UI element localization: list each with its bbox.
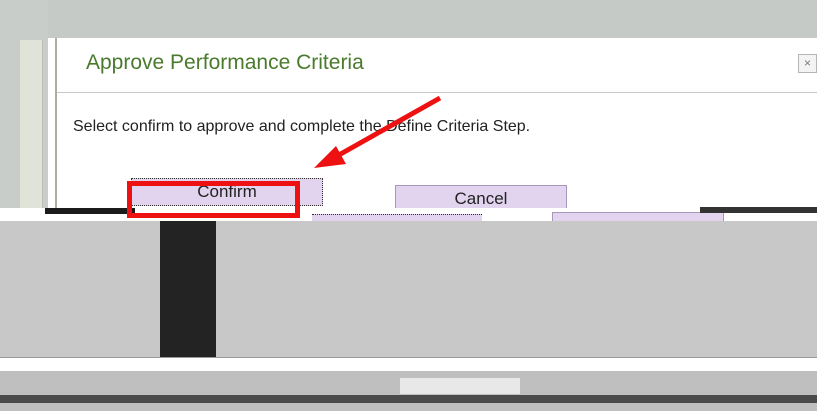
background-bottom-strip xyxy=(0,357,817,372)
render-artifact xyxy=(45,208,135,214)
dialog-title: Approve Performance Criteria xyxy=(86,51,364,74)
background-lower-panel xyxy=(0,221,817,357)
background-top xyxy=(48,0,817,38)
background-bottom-dark xyxy=(0,395,817,403)
confirm-highlight-box xyxy=(127,181,300,218)
arrow-head xyxy=(314,146,346,168)
arrow-shaft xyxy=(328,95,442,163)
background-dark-column xyxy=(160,221,216,359)
render-artifact xyxy=(700,207,817,213)
background-bottom-light xyxy=(400,378,520,394)
dialog-titlebar: Approve Performance Criteria × xyxy=(57,38,817,93)
background-left-inner xyxy=(20,40,43,208)
pointer-arrow-icon xyxy=(314,95,442,168)
close-icon[interactable]: × xyxy=(798,54,817,73)
